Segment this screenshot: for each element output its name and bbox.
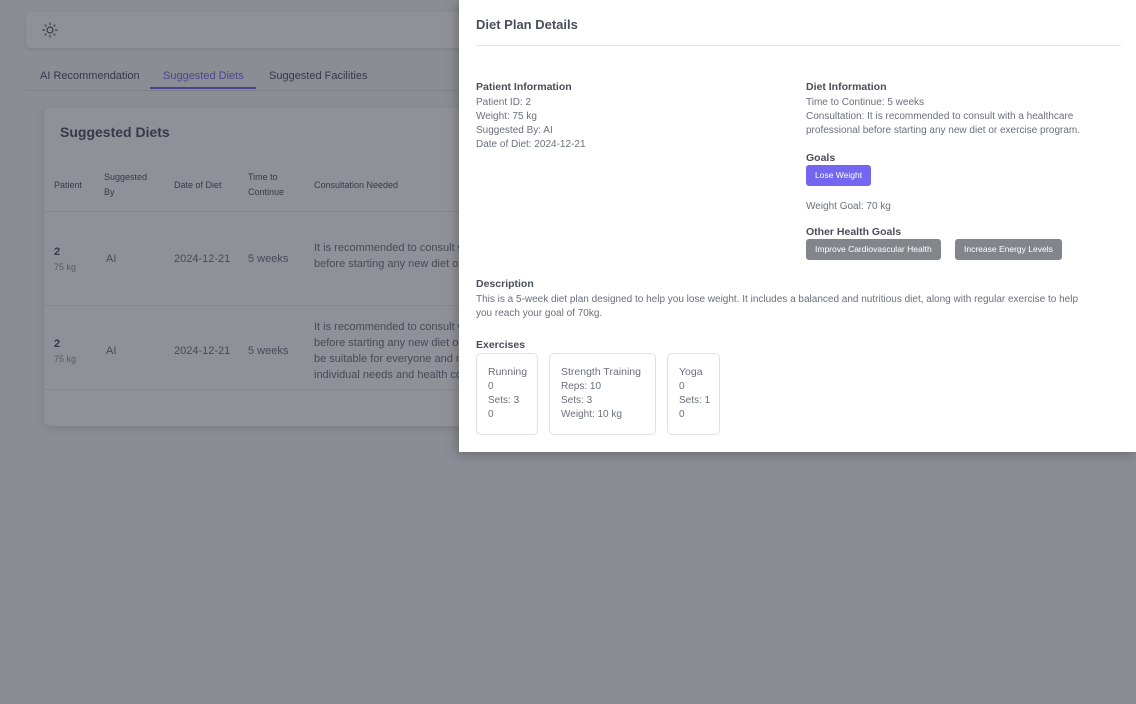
exercise-name: Yoga bbox=[679, 366, 703, 378]
exercise-card-strength: Strength Training Reps: 10 Sets: 3 Weigh… bbox=[549, 353, 656, 435]
exercise-card-yoga: Yoga 0 Sets: 1 0 bbox=[667, 353, 720, 435]
consultation-line: Consultation: It is recommended to consu… bbox=[806, 111, 1074, 122]
exercise-detail: Sets: 1 bbox=[679, 395, 711, 406]
goal-badge-lose-weight: Lose Weight bbox=[806, 165, 872, 186]
panel-title: Diet Plan Details bbox=[476, 17, 578, 32]
exercise-detail: 0 bbox=[488, 409, 494, 420]
diet-plan-details-panel: Diet Plan Details Patient Information Pa… bbox=[459, 0, 1136, 452]
other-goals-heading: Other Health Goals bbox=[806, 226, 902, 238]
description-line: This is a 5-week diet plan designed to h… bbox=[476, 294, 1079, 305]
time-to-continue: Time to Continue: 5 weeks bbox=[806, 97, 925, 108]
divider bbox=[476, 45, 1121, 46]
description-line: you reach your goal of 70kg. bbox=[476, 308, 603, 319]
exercise-card-running: Running 0 Sets: 3 0 bbox=[476, 353, 538, 435]
exercise-detail: 0 bbox=[488, 381, 494, 392]
exercise-detail: Sets: 3 bbox=[488, 395, 520, 406]
exercise-detail: Weight: 10 kg bbox=[561, 409, 622, 420]
exercise-name: Strength Training bbox=[561, 366, 641, 378]
exercise-detail: Sets: 3 bbox=[561, 395, 593, 406]
diet-date: Date of Diet: 2024-12-21 bbox=[476, 139, 586, 150]
diet-info-heading: Diet Information bbox=[806, 81, 887, 93]
weight-goal: Weight Goal: 70 kg bbox=[806, 201, 891, 212]
goal-badge-energy: Increase Energy Levels bbox=[955, 239, 1062, 260]
exercise-detail: 0 bbox=[679, 409, 685, 420]
goal-badge-cardio: Improve Cardiovascular Health bbox=[806, 239, 941, 260]
patient-weight: Weight: 75 kg bbox=[476, 111, 537, 122]
goals-heading: Goals bbox=[806, 152, 836, 164]
patient-id: Patient ID: 2 bbox=[476, 97, 532, 108]
exercise-detail: Reps: 10 bbox=[561, 381, 602, 392]
exercises-heading: Exercises bbox=[476, 339, 526, 351]
patient-info-heading: Patient Information bbox=[476, 81, 572, 93]
consultation-line: professional before starting any new die… bbox=[806, 125, 1081, 136]
description-heading: Description bbox=[476, 278, 534, 290]
suggested-by: Suggested By: AI bbox=[476, 125, 553, 136]
exercise-name: Running bbox=[488, 366, 528, 378]
exercise-detail: 0 bbox=[679, 381, 685, 392]
